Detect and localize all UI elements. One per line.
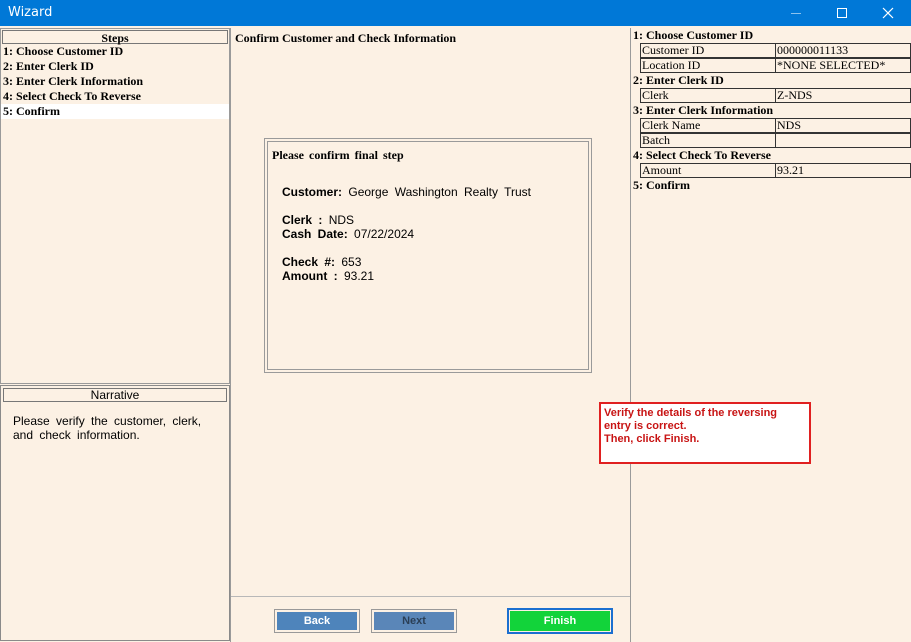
summary-value bbox=[775, 133, 911, 148]
back-button[interactable]: Back bbox=[274, 609, 360, 633]
summary-row-amount: Amount 93.21 bbox=[631, 163, 911, 178]
confirm-box-inner: Please confirm final step Customer: Geor… bbox=[267, 141, 589, 370]
maximize-icon bbox=[837, 8, 847, 18]
next-button[interactable]: Next bbox=[371, 609, 457, 633]
summary-panel: 1: Choose Customer ID Customer ID 000000… bbox=[631, 28, 911, 642]
summary-value: 93.21 bbox=[775, 163, 911, 178]
title-bar: Wizard bbox=[0, 0, 911, 26]
steps-panel: Steps 1: Choose Customer ID 2: Enter Cle… bbox=[0, 28, 230, 384]
customer-row: Customer: George Washington Realty Trust bbox=[282, 185, 531, 199]
step-enter-clerk-id[interactable]: 2: Enter Clerk ID bbox=[1, 59, 229, 74]
check-row: Check #: 653 bbox=[282, 255, 361, 269]
summary-row-clerk: Clerk Z-NDS bbox=[631, 88, 911, 103]
narrative-text: Please verify the customer, clerk, and c… bbox=[13, 414, 202, 442]
clerk-label: Clerk : bbox=[282, 213, 323, 227]
amount-row: Amount : 93.21 bbox=[282, 269, 374, 283]
cash-date-label: Cash Date: bbox=[282, 227, 348, 241]
amount-label: Amount : bbox=[282, 269, 338, 283]
summary-section-title: 5: Confirm bbox=[633, 178, 690, 192]
summary-value: 000000011133 bbox=[775, 43, 911, 58]
cash-date-row: Cash Date: 07/22/2024 bbox=[282, 227, 414, 241]
minimize-icon bbox=[791, 12, 801, 14]
cash-date-value: 07/22/2024 bbox=[354, 227, 415, 241]
amount-value: 93.21 bbox=[344, 269, 375, 283]
narrative-header: Narrative bbox=[3, 388, 227, 402]
finish-button-label: Finish bbox=[510, 611, 610, 631]
summary-key: Location ID bbox=[640, 58, 776, 73]
window-title: Wizard bbox=[8, 5, 53, 20]
summary-key: Clerk bbox=[640, 88, 776, 103]
confirm-heading: Please confirm final step bbox=[272, 148, 404, 162]
summary-value: *NONE SELECTED* bbox=[775, 58, 911, 73]
summary-key: Amount bbox=[640, 163, 776, 178]
summary-key: Customer ID bbox=[640, 43, 776, 58]
steps-header: Steps bbox=[2, 30, 228, 45]
summary-row-location-id: Location ID *NONE SELECTED* bbox=[631, 58, 911, 73]
summary-key: Batch bbox=[640, 133, 776, 148]
button-bar: Back Next Finish bbox=[231, 596, 630, 642]
step-enter-clerk-information[interactable]: 3: Enter Clerk Information bbox=[1, 74, 229, 89]
confirm-box: Please confirm final step Customer: Geor… bbox=[264, 138, 592, 373]
minimize-button[interactable] bbox=[773, 0, 819, 26]
step-confirm[interactable]: 5: Confirm bbox=[1, 104, 229, 119]
step-select-check-to-reverse[interactable]: 4: Select Check To Reverse bbox=[1, 89, 229, 104]
summary-section-title: 4: Select Check To Reverse bbox=[633, 148, 771, 162]
close-button[interactable] bbox=[865, 0, 911, 26]
next-button-label: Next bbox=[374, 612, 454, 630]
summary-row-batch: Batch bbox=[631, 133, 911, 148]
maximize-button[interactable] bbox=[819, 0, 865, 26]
customer-value: George Washington Realty Trust bbox=[348, 185, 531, 199]
summary-section-title: 2: Enter Clerk ID bbox=[633, 73, 724, 87]
summary-section-title: 1: Choose Customer ID bbox=[633, 28, 754, 42]
summary-value: Z-NDS bbox=[775, 88, 911, 103]
summary-section-title: 3: Enter Clerk Information bbox=[633, 103, 774, 117]
check-value: 653 bbox=[341, 255, 362, 269]
step-choose-customer-id[interactable]: 1: Choose Customer ID bbox=[1, 44, 229, 59]
clerk-row: Clerk : NDS bbox=[282, 213, 354, 227]
page-title: Confirm Customer and Check Information bbox=[235, 31, 457, 45]
summary-row-customer-id: Customer ID 000000011133 bbox=[631, 43, 911, 58]
summary-row-clerk-name: Clerk Name NDS bbox=[631, 118, 911, 133]
check-label: Check #: bbox=[282, 255, 336, 269]
finish-button[interactable]: Finish bbox=[507, 608, 613, 634]
summary-value: NDS bbox=[775, 118, 911, 133]
customer-label: Customer: bbox=[282, 185, 343, 199]
summary-key: Clerk Name bbox=[640, 118, 776, 133]
close-icon bbox=[882, 7, 894, 19]
back-button-label: Back bbox=[277, 612, 357, 630]
narrative-panel: Narrative Please verify the customer, cl… bbox=[0, 385, 230, 641]
main-panel: Confirm Customer and Check Information P… bbox=[230, 28, 631, 642]
clerk-value: NDS bbox=[328, 213, 355, 227]
